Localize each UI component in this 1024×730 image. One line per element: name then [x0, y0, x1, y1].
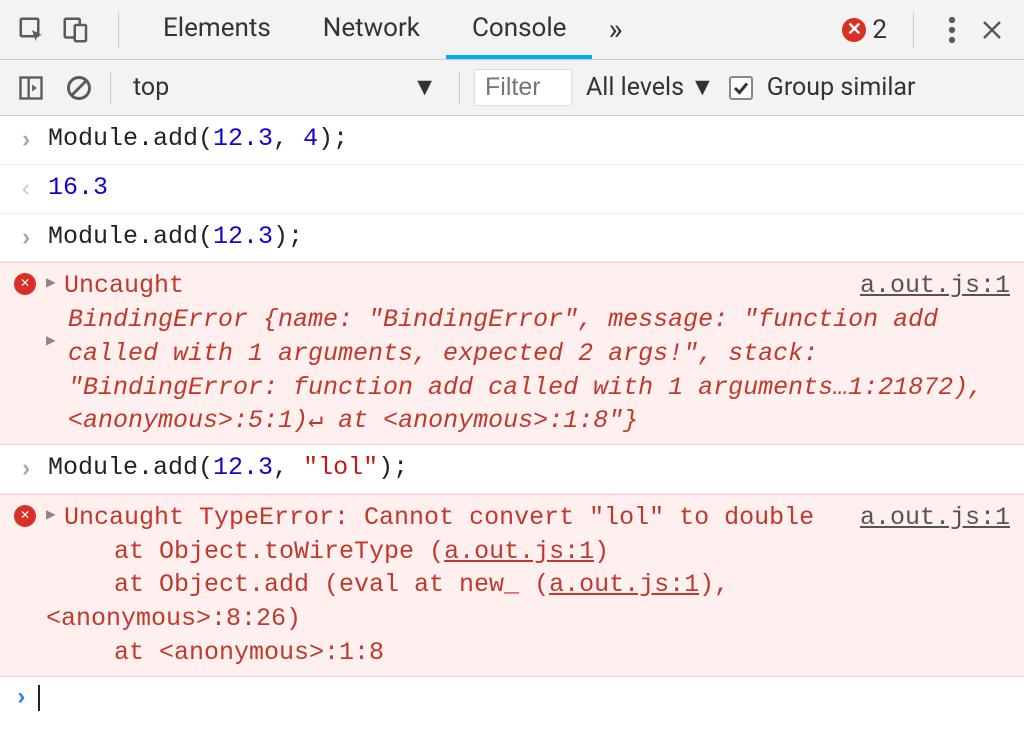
stack-source-link[interactable]: a.out.js:1: [549, 570, 699, 599]
error-source-link[interactable]: a.out.js:1: [848, 501, 1010, 535]
prompt-chevron-icon: ›: [14, 685, 28, 712]
filter-input[interactable]: [474, 69, 572, 106]
expand-triangle-icon[interactable]: ▶: [46, 331, 56, 353]
levels-label: All levels: [586, 73, 684, 102]
console-output-row: ‹ 16.3: [0, 165, 1024, 214]
expand-triangle-icon[interactable]: ▶: [46, 269, 64, 295]
chevron-down-icon: ▼: [412, 73, 437, 102]
inspect-element-icon[interactable]: [12, 10, 52, 50]
console-prompt[interactable]: ›: [0, 677, 1024, 720]
stack-source-link[interactable]: a.out.js:1: [444, 537, 594, 566]
console-input-code: Module.add(12.3, "lol");: [48, 451, 1010, 485]
toolbar-divider: [913, 12, 914, 48]
close-icon[interactable]: [972, 18, 1012, 42]
group-similar-label: Group similar: [767, 73, 916, 102]
console-error-row: ✕ ▶ Uncaught TypeError: Cannot convert "…: [0, 494, 1024, 677]
error-detail: ▶ BindingError {name: "BindingError", me…: [46, 303, 1010, 438]
clear-console-icon[interactable]: [62, 71, 96, 105]
group-similar-checkbox[interactable]: [729, 76, 753, 100]
devtools-toolbar: Elements Network Console » ✕ 2: [0, 0, 1024, 60]
stack-frame: at Object.toWireType (a.out.js:1): [46, 535, 1010, 569]
stack-frame: <anonymous>:8:26): [46, 602, 1010, 636]
toggle-sidebar-icon[interactable]: [14, 71, 48, 105]
stack-frame: at <anonymous>:1:8: [46, 636, 1010, 670]
error-icon: ✕: [842, 18, 866, 42]
error-headline: Uncaught TypeError: Cannot convert "lol"…: [64, 501, 848, 535]
output-chevron-icon: ‹: [18, 173, 33, 207]
tab-elements[interactable]: Elements: [137, 0, 297, 59]
tab-console[interactable]: Console: [446, 0, 592, 59]
console-input-row: › Module.add(12.3, "lol");: [0, 445, 1024, 494]
error-icon: ✕: [14, 273, 36, 295]
console-log: › Module.add(12.3, 4); ‹ 16.3 › Module.a…: [0, 116, 1024, 720]
error-count-value: 2: [872, 15, 887, 45]
input-chevron-icon: ›: [18, 124, 33, 158]
console-input-code: Module.add(12.3);: [48, 220, 1010, 254]
tab-network[interactable]: Network: [297, 0, 446, 59]
toolbar-divider: [118, 12, 119, 48]
console-error-row: ✕ ▶ Uncaught a.out.js:1 ▶ BindingError {…: [0, 262, 1024, 445]
kebab-menu-icon[interactable]: [932, 15, 972, 45]
expand-triangle-icon[interactable]: ▶: [46, 501, 64, 527]
console-toolbar: top ▼ All levels ▼ Group similar: [0, 60, 1024, 116]
error-headline: Uncaught: [64, 269, 848, 303]
context-label: top: [133, 73, 169, 102]
devtools-tabs: Elements Network Console: [137, 0, 592, 59]
error-icon: ✕: [14, 505, 36, 527]
console-input-row: › Module.add(12.3);: [0, 214, 1024, 263]
console-input-code: Module.add(12.3, 4);: [48, 122, 1010, 156]
console-output-value: 16.3: [48, 173, 108, 202]
context-selector[interactable]: top ▼: [125, 71, 445, 104]
input-chevron-icon: ›: [18, 453, 33, 487]
text-cursor: [38, 685, 40, 711]
log-levels-selector[interactable]: All levels ▼: [586, 73, 715, 102]
toolbar-divider: [110, 72, 111, 104]
device-toggle-icon[interactable]: [56, 10, 96, 50]
toolbar-divider: [459, 72, 460, 104]
stack-frame: at Object.add (eval at new_ (a.out.js:1)…: [46, 568, 1010, 602]
more-tabs-icon[interactable]: »: [592, 12, 638, 47]
chevron-down-icon: ▼: [690, 73, 715, 102]
error-count-badge[interactable]: ✕ 2: [842, 15, 887, 45]
console-input-row: › Module.add(12.3, 4);: [0, 116, 1024, 165]
input-chevron-icon: ›: [18, 222, 33, 256]
error-source-link[interactable]: a.out.js:1: [848, 269, 1010, 303]
